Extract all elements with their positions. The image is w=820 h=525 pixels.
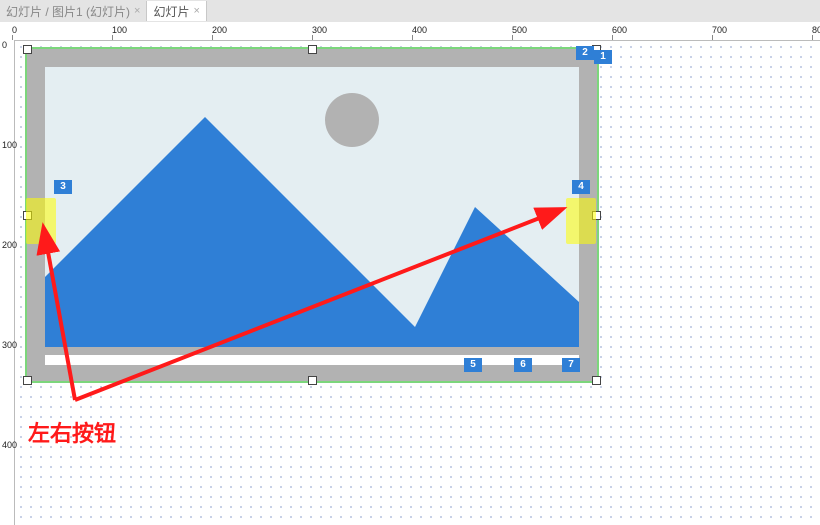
resize-handle[interactable] xyxy=(23,45,32,54)
ruler-tick: 100 xyxy=(112,25,127,35)
element-badge-2[interactable]: 2 xyxy=(576,46,594,60)
element-badge-6[interactable]: 6 xyxy=(514,358,532,372)
ruler-tick: 600 xyxy=(612,25,627,35)
resize-handle[interactable] xyxy=(308,45,317,54)
annotation-label: 左右按钮 xyxy=(28,416,116,448)
ruler-tick: 200 xyxy=(212,25,227,35)
tab-slide-image1[interactable]: 幻灯片 / 图片1 (幻灯片) × xyxy=(0,1,147,21)
tab-strip: 幻灯片 / 图片1 (幻灯片) × 幻灯片 × xyxy=(0,0,820,23)
tab-slide[interactable]: 幻灯片 × xyxy=(147,1,206,21)
element-badge-5[interactable]: 5 xyxy=(464,358,482,372)
element-badge-7[interactable]: 7 xyxy=(562,358,580,372)
image-placeholder xyxy=(45,67,579,347)
tab-label: 幻灯片 / 图片1 (幻灯片) xyxy=(6,3,130,20)
vertical-ruler: 0 100 200 300 400 xyxy=(0,40,15,525)
design-canvas[interactable]: 1 2 3 4 5 6 7 xyxy=(14,40,820,525)
ruler-tick: 700 xyxy=(712,25,727,35)
element-badge-3[interactable]: 3 xyxy=(54,180,72,194)
element-badge-1[interactable]: 1 xyxy=(594,50,612,64)
horizontal-ruler: 0 100 200 300 400 500 600 700 800 xyxy=(0,22,820,41)
resize-handle[interactable] xyxy=(308,376,317,385)
ruler-tick: 0 xyxy=(12,25,17,35)
tab-label: 幻灯片 xyxy=(153,3,189,20)
ruler-tick: 400 xyxy=(412,25,427,35)
indicator-bar xyxy=(45,355,579,365)
slideshow-component[interactable] xyxy=(26,48,598,382)
ruler-tick: 0 xyxy=(2,40,7,50)
resize-handle[interactable] xyxy=(592,376,601,385)
close-icon[interactable]: × xyxy=(134,5,140,17)
right-nav-button-highlight[interactable] xyxy=(566,198,596,244)
ruler-tick: 800 xyxy=(812,25,820,35)
ruler-tick: 300 xyxy=(312,25,327,35)
resize-handle[interactable] xyxy=(23,376,32,385)
left-nav-button-highlight[interactable] xyxy=(26,198,56,244)
close-icon[interactable]: × xyxy=(193,5,199,17)
ruler-tick: 500 xyxy=(512,25,527,35)
mountains-icon xyxy=(45,67,579,347)
element-badge-4[interactable]: 4 xyxy=(572,180,590,194)
